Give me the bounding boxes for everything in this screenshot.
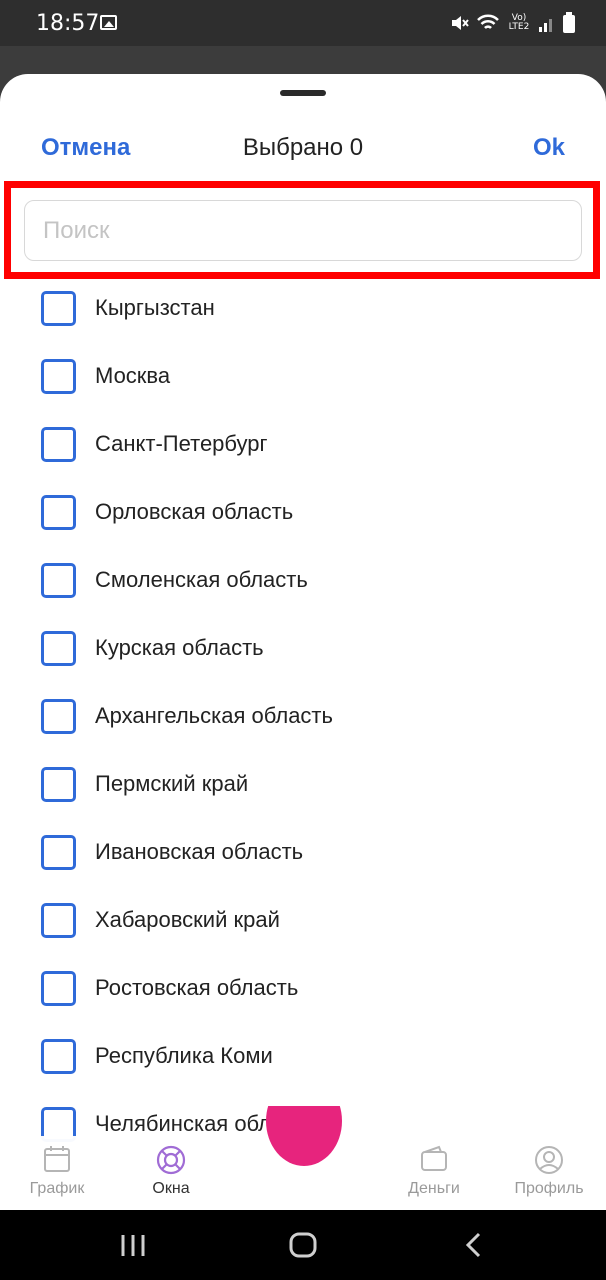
sheet-header: Выбрано 0 Отмена Ok — [0, 132, 606, 172]
status-bar: 18:57 Vo) LTE2 — [0, 0, 606, 46]
list-item[interactable]: Орловская область — [0, 478, 606, 546]
list-item-label: Хабаровский край — [95, 907, 280, 932]
home-icon — [289, 1232, 317, 1258]
checkbox[interactable] — [41, 970, 76, 1006]
ok-button[interactable]: Ok — [533, 134, 565, 162]
list-item[interactable]: Москва — [0, 342, 606, 410]
list-item-label: Ивановская область — [95, 839, 304, 864]
checkbox[interactable] — [41, 766, 76, 802]
tab-label: Окна — [152, 1180, 190, 1197]
checkbox[interactable] — [41, 358, 76, 394]
checkbox[interactable] — [41, 834, 76, 870]
list-item[interactable]: Кыргызстан — [0, 274, 606, 342]
center-action-button[interactable] — [266, 1106, 342, 1166]
back-icon — [465, 1232, 481, 1258]
sheet-drag-handle[interactable] — [280, 90, 326, 96]
checkbox[interactable] — [41, 1038, 76, 1074]
list-item-label: Москва — [95, 363, 171, 388]
list-item[interactable]: Ивановская область — [0, 818, 606, 886]
profile-icon — [535, 1146, 563, 1174]
list-item-label: Кыргызстан — [95, 295, 215, 320]
list-item[interactable]: Ростовская область — [0, 954, 606, 1022]
list-item[interactable]: Республика Коми — [0, 1022, 606, 1090]
checkbox[interactable] — [41, 902, 76, 938]
battery-icon — [563, 12, 575, 33]
list-item-label: Ростовская область — [95, 975, 299, 1000]
cancel-button[interactable]: Отмена — [41, 134, 130, 162]
list-item[interactable]: Смоленская область — [0, 546, 606, 614]
list-item-label: Архангельская область — [95, 703, 333, 728]
checkbox[interactable] — [41, 698, 76, 734]
back-button[interactable] — [433, 1210, 513, 1280]
checkbox[interactable] — [41, 630, 76, 666]
tab-label: Деньги — [408, 1180, 460, 1197]
region-select-sheet: Выбрано 0 Отмена Ok Кыргызстан Москва Са… — [0, 74, 606, 1210]
list-item-label: Республика Коми — [95, 1043, 273, 1068]
tab-profile[interactable]: Профиль — [494, 1136, 604, 1210]
network-type-label: Vo) LTE2 — [508, 13, 530, 32]
list-item[interactable]: Курская область — [0, 614, 606, 682]
checkbox[interactable] — [41, 426, 76, 462]
tab-schedule[interactable]: График — [2, 1136, 112, 1210]
tab-label: Профиль — [514, 1180, 584, 1197]
checkbox[interactable] — [41, 494, 76, 530]
list-item-label: Орловская область — [95, 499, 294, 524]
status-time: 18:57 — [36, 11, 100, 36]
list-item-label: Курская область — [95, 635, 264, 660]
list-item[interactable]: Санкт-Петербург — [0, 410, 606, 478]
checkbox[interactable] — [41, 562, 76, 598]
tab-money[interactable]: Деньги — [379, 1136, 489, 1210]
mute-icon — [452, 16, 469, 30]
wallet-icon — [421, 1145, 447, 1171]
wifi-icon — [477, 14, 499, 29]
list-item[interactable]: Пермский край — [0, 750, 606, 818]
list-item-label: Санкт-Петербург — [95, 431, 268, 456]
gallery-notification-icon — [100, 15, 117, 30]
list-item-label: Смоленская область — [95, 567, 308, 592]
list-item[interactable]: Архангельская область — [0, 682, 606, 750]
search-input[interactable] — [24, 200, 582, 261]
calendar-icon — [44, 1146, 70, 1172]
signal-icon — [539, 19, 552, 32]
status-icons: Vo) LTE2 — [450, 10, 576, 36]
checkbox[interactable] — [41, 290, 76, 326]
home-button[interactable] — [263, 1210, 343, 1280]
tab-label: График — [29, 1180, 85, 1197]
system-navigation-bar — [0, 1210, 606, 1280]
list-item-label: Пермский край — [95, 771, 249, 796]
recent-apps-button[interactable] — [93, 1210, 173, 1280]
tab-windows[interactable]: Окна — [116, 1136, 226, 1210]
list-item[interactable]: Хабаровский край — [0, 886, 606, 954]
recent-apps-icon — [121, 1235, 145, 1256]
lifebuoy-icon — [156, 1145, 186, 1175]
